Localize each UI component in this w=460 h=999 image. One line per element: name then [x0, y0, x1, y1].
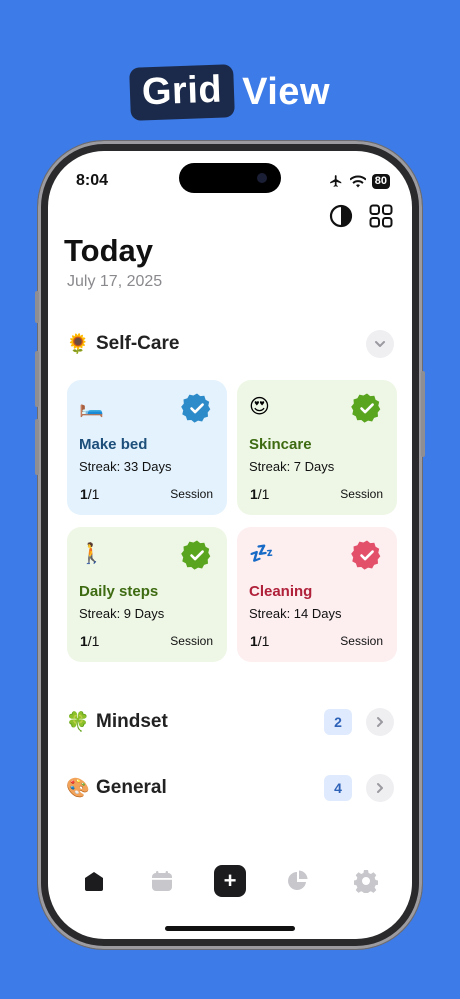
wifi-icon	[349, 174, 366, 187]
collapse-button[interactable]	[366, 330, 394, 358]
status-time: 8:04	[76, 172, 109, 189]
habit-streak: Streak: 9 Days	[79, 606, 165, 621]
habit-name: Make bed	[79, 436, 148, 453]
habit-card[interactable]: 🚶 Daily steps Streak: 9 Days 1/1 Session	[67, 527, 227, 662]
promo-word: View	[242, 71, 331, 113]
home-indicator	[165, 926, 295, 931]
chevron-right-icon	[377, 783, 383, 793]
sunflower-icon: 🌻	[66, 334, 90, 355]
habit-card[interactable]: 😍 Skincare Streak: 7 Days 1/1 Session	[237, 380, 397, 515]
page-date: July 17, 2025	[67, 273, 163, 290]
volume-down-button	[35, 419, 39, 475]
volume-up-button	[35, 351, 39, 407]
section-self-care[interactable]: 🌻 Self-Care	[66, 329, 394, 359]
bottom-tab-bar: +	[48, 861, 412, 901]
section-title: Mindset	[96, 711, 168, 732]
tab-settings[interactable]	[349, 864, 383, 898]
smiling-face-icon: 😍	[249, 396, 270, 418]
habit-progress: 1/1	[250, 486, 270, 502]
add-icon: +	[214, 865, 246, 897]
check-badge-icon[interactable]	[181, 392, 213, 424]
phone-frame: 8:04 80 Today July 17, 2025 🌻 Self-Care	[35, 141, 425, 949]
tab-stats[interactable]	[281, 864, 315, 898]
habit-progress: 1/1	[80, 633, 100, 649]
settings-icon	[354, 870, 378, 893]
habit-progress: 1/1	[250, 633, 270, 649]
promo-highlight: Grid	[129, 64, 235, 121]
stats-icon	[288, 870, 308, 890]
bed-icon: 🛏️	[79, 396, 104, 418]
habit-unit: Session	[340, 487, 383, 501]
habit-unit: Session	[170, 634, 213, 648]
expand-button[interactable]	[366, 708, 394, 736]
home-icon	[85, 872, 103, 891]
habit-streak: Streak: 33 Days	[79, 459, 172, 474]
power-button	[421, 371, 425, 457]
side-button	[35, 291, 39, 323]
theme-toggle-icon[interactable]	[328, 203, 354, 229]
habit-streak: Streak: 7 Days	[249, 459, 335, 474]
airplane-icon	[329, 175, 341, 187]
top-toolbar	[328, 203, 394, 229]
habit-unit: Session	[340, 634, 383, 648]
habit-name: Daily steps	[79, 583, 159, 600]
habit-name: Cleaning	[249, 583, 313, 600]
check-badge-icon[interactable]	[351, 392, 383, 424]
clover-icon: 🍀	[66, 712, 90, 733]
habit-unit: Session	[170, 487, 213, 501]
promo-heading: Grid View	[0, 64, 460, 121]
grid-view-icon[interactable]	[368, 203, 394, 229]
habit-card[interactable]: 🛏️ Make bed Streak: 33 Days 1/1 Session	[67, 380, 227, 515]
habit-card[interactable]: 💤 Cleaning Streak: 14 Days 1/1 Session	[237, 527, 397, 662]
check-badge-icon[interactable]	[351, 539, 383, 571]
chevron-down-icon	[375, 341, 385, 347]
walking-person-icon: 🚶	[79, 543, 104, 565]
section-title: General	[96, 777, 167, 798]
sleep-icon: 💤	[249, 543, 274, 565]
tab-add[interactable]: +	[213, 864, 247, 898]
section-general[interactable]: 🎨 General 4	[66, 773, 394, 803]
status-bar: 8:04 80	[76, 171, 390, 191]
tab-calendar[interactable]	[145, 864, 179, 898]
habit-progress: 1/1	[80, 486, 100, 502]
section-mindset[interactable]: 🍀 Mindset 2	[66, 707, 394, 737]
battery-indicator: 80	[371, 173, 390, 189]
tab-home[interactable]	[77, 864, 111, 898]
page-title: Today	[64, 233, 153, 268]
app-screen: 8:04 80 Today July 17, 2025 🌻 Self-Care	[48, 151, 412, 939]
habit-count-badge: 4	[324, 775, 352, 801]
habit-count-badge: 2	[324, 709, 352, 735]
habit-streak: Streak: 14 Days	[249, 606, 342, 621]
habit-name: Skincare	[249, 436, 312, 453]
check-badge-icon[interactable]	[181, 539, 213, 571]
palette-icon: 🎨	[66, 778, 90, 799]
expand-button[interactable]	[366, 774, 394, 802]
chevron-right-icon	[377, 717, 383, 727]
section-title: Self-Care	[96, 333, 180, 354]
calendar-icon	[152, 871, 172, 891]
